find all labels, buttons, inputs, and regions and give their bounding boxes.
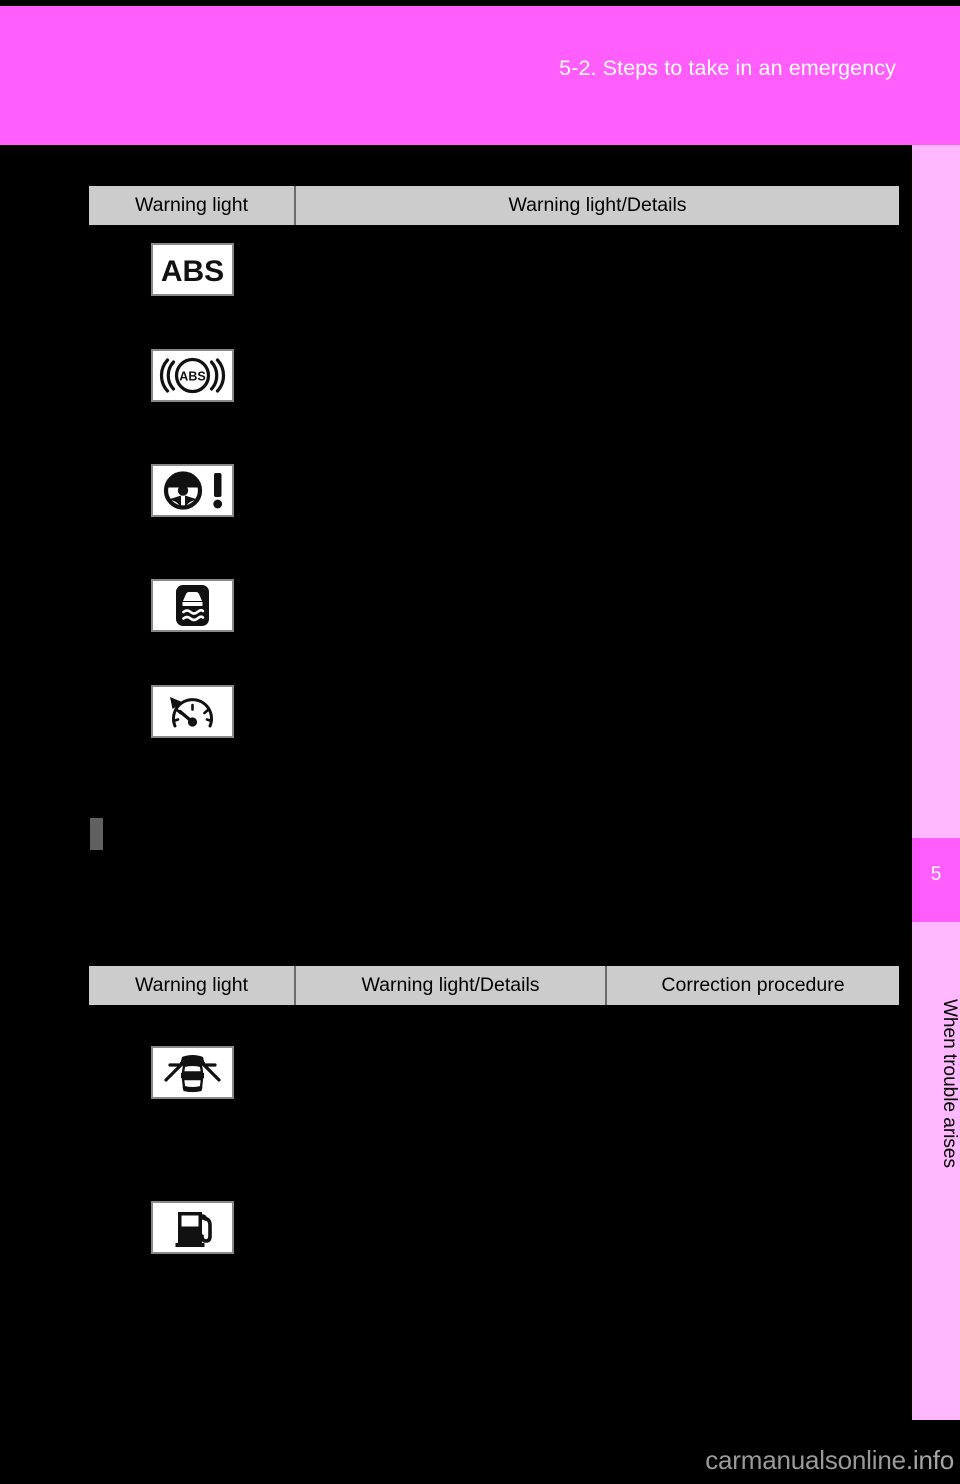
power-steering-warning-icon (151, 464, 234, 517)
chapter-label: When trouble arises (939, 998, 960, 1168)
manual-page: 5-2. Steps to take in an emergency 5 Whe… (0, 0, 960, 1484)
table-1-col-details: Warning light/Details (508, 194, 687, 216)
warning-light-table-1: Warning light Warning light/Details (89, 186, 899, 225)
door-open-warning-icon (151, 1046, 234, 1099)
low-fuel-warning-icon (151, 1201, 234, 1254)
watermark: carmanualsonline.info (705, 1445, 954, 1476)
table-2-header-row: Warning light Warning light/Details Corr… (89, 966, 899, 1005)
warning-light-table-2: Warning light Warning light/Details Corr… (89, 966, 899, 1005)
watermark-main: carmanualsonline (705, 1445, 906, 1475)
speed-limiter-warning-icon (151, 685, 234, 738)
watermark-suffix: .info (905, 1445, 954, 1475)
abs-brake-warning-icon: ABS (151, 349, 234, 402)
table-1-header-row: Warning light Warning light/Details (89, 186, 899, 225)
svg-text:ABS: ABS (161, 255, 224, 288)
abs-text-warning-icon: ABS (151, 243, 234, 296)
chapter-number: 5 (930, 864, 942, 885)
vsc-skid-warning-icon (151, 579, 234, 632)
svg-text:ABS: ABS (179, 370, 205, 384)
section-marker (90, 818, 103, 850)
page-title: 5-2. Steps to take in an emergency (559, 56, 896, 80)
table-2-col-warning-light: Warning light (89, 966, 296, 1005)
table-2-col-correction: Correction procedure (661, 974, 845, 996)
table-2-col-details: Warning light/Details (296, 966, 607, 1005)
table-1-col-warning-light: Warning light (89, 186, 296, 225)
